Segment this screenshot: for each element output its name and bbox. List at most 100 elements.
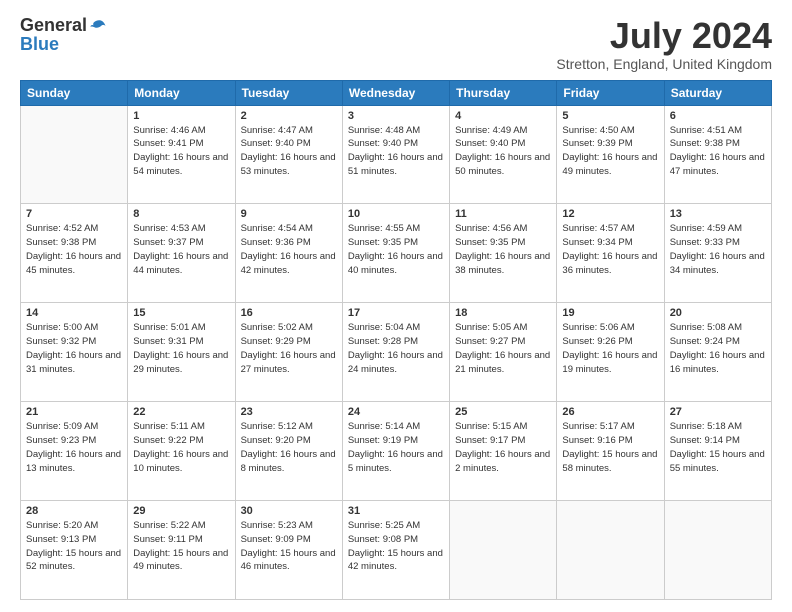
cell-info: Sunrise: 5:04 AMSunset: 9:28 PMDaylight:… — [348, 321, 444, 376]
day-number: 26 — [562, 406, 658, 418]
day-number: 18 — [455, 307, 551, 319]
week-row-2: 7 Sunrise: 4:52 AMSunset: 9:38 PMDaylight… — [21, 204, 772, 303]
cell-info: Sunrise: 4:49 AMSunset: 9:40 PMDaylight:… — [455, 124, 551, 179]
day-number: 21 — [26, 406, 122, 418]
calendar-cell: 18 Sunrise: 5:05 AMSunset: 9:27 PMDayligh… — [450, 303, 557, 402]
weekday-header-row: SundayMondayTuesdayWednesdayThursdayFrid… — [21, 80, 772, 105]
day-number: 25 — [455, 406, 551, 418]
calendar-cell: 2Sunrise: 4:47 AMSunset: 9:40 PMDaylight… — [235, 105, 342, 204]
day-number: 8 — [133, 208, 229, 220]
page: General Blue July 2024 Stretton, England… — [0, 0, 792, 612]
cell-info: Sunrise: 5:12 AMSunset: 9:20 PMDaylight:… — [241, 420, 337, 475]
calendar-cell: 19 Sunrise: 5:06 AMSunset: 9:26 PMDayligh… — [557, 303, 664, 402]
title-block: July 2024 Stretton, England, United King… — [556, 16, 772, 72]
weekday-header-sunday: Sunday — [21, 80, 128, 105]
calendar-cell: 17 Sunrise: 5:04 AMSunset: 9:28 PMDayligh… — [342, 303, 449, 402]
day-number: 20 — [670, 307, 766, 319]
day-number: 4 — [455, 110, 551, 122]
day-number: 3 — [348, 110, 444, 122]
day-number: 13 — [670, 208, 766, 220]
cell-info: Sunrise: 5:20 AMSunset: 9:13 PMDaylight:… — [26, 519, 122, 574]
day-number: 9 — [241, 208, 337, 220]
logo-bird-icon — [89, 17, 107, 35]
week-row-4: 21Sunrise: 5:09 AMSunset: 9:23 PMDayligh… — [21, 402, 772, 501]
calendar-cell: 4 Sunrise: 4:49 AMSunset: 9:40 PMDaylight… — [450, 105, 557, 204]
cell-info: Sunrise: 4:51 AMSunset: 9:38 PMDaylight:… — [670, 124, 766, 179]
calendar-cell: 10 Sunrise: 4:55 AMSunset: 9:35 PMDayligh… — [342, 204, 449, 303]
cell-info: Sunrise: 4:52 AMSunset: 9:38 PMDaylight:… — [26, 222, 122, 277]
calendar-cell: 13 Sunrise: 4:59 AMSunset: 9:33 PMDayligh… — [664, 204, 771, 303]
cell-info: Sunrise: 5:17 AMSunset: 9:16 PMDaylight:… — [562, 420, 658, 475]
day-number: 31 — [348, 505, 444, 517]
cell-info: Sunrise: 4:57 AMSunset: 9:34 PMDaylight:… — [562, 222, 658, 277]
day-number: 5 — [562, 110, 658, 122]
calendar-cell: 15Sunrise: 5:01 AMSunset: 9:31 PMDayligh… — [128, 303, 235, 402]
cell-info: Sunrise: 5:06 AMSunset: 9:26 PMDaylight:… — [562, 321, 658, 376]
cell-info: Sunrise: 5:23 AMSunset: 9:09 PMDaylight:… — [241, 519, 337, 574]
day-number: 27 — [670, 406, 766, 418]
week-row-3: 14Sunrise: 5:00 AMSunset: 9:32 PMDayligh… — [21, 303, 772, 402]
calendar-cell: 31 Sunrise: 5:25 AMSunset: 9:08 PMDayligh… — [342, 501, 449, 600]
calendar-cell: 21Sunrise: 5:09 AMSunset: 9:23 PMDayligh… — [21, 402, 128, 501]
calendar-cell: 30 Sunrise: 5:23 AMSunset: 9:09 PMDayligh… — [235, 501, 342, 600]
cell-info: Sunrise: 5:02 AMSunset: 9:29 PMDaylight:… — [241, 321, 337, 376]
day-number: 2 — [241, 110, 337, 122]
day-number: 28 — [26, 505, 122, 517]
cell-info: Sunrise: 5:25 AMSunset: 9:08 PMDaylight:… — [348, 519, 444, 574]
cell-info: Sunrise: 4:59 AMSunset: 9:33 PMDaylight:… — [670, 222, 766, 277]
weekday-header-saturday: Saturday — [664, 80, 771, 105]
week-row-1: 1 Sunrise: 4:46 AMSunset: 9:41 PMDaylight… — [21, 105, 772, 204]
logo-blue-text: Blue — [20, 34, 59, 55]
day-number: 30 — [241, 505, 337, 517]
day-number: 1 — [133, 110, 229, 122]
calendar-cell — [557, 501, 664, 600]
calendar-cell — [664, 501, 771, 600]
calendar-cell: 26 Sunrise: 5:17 AMSunset: 9:16 PMDayligh… — [557, 402, 664, 501]
calendar-cell: 1 Sunrise: 4:46 AMSunset: 9:41 PMDaylight… — [128, 105, 235, 204]
weekday-header-monday: Monday — [128, 80, 235, 105]
calendar-table: SundayMondayTuesdayWednesdayThursdayFrid… — [20, 80, 772, 600]
header: General Blue July 2024 Stretton, England… — [20, 16, 772, 72]
cell-info: Sunrise: 5:08 AMSunset: 9:24 PMDaylight:… — [670, 321, 766, 376]
cell-info: Sunrise: 4:56 AMSunset: 9:35 PMDaylight:… — [455, 222, 551, 277]
calendar-cell: 16Sunrise: 5:02 AMSunset: 9:29 PMDayligh… — [235, 303, 342, 402]
day-number: 14 — [26, 307, 122, 319]
calendar-cell: 5 Sunrise: 4:50 AMSunset: 9:39 PMDaylight… — [557, 105, 664, 204]
cell-info: Sunrise: 5:14 AMSunset: 9:19 PMDaylight:… — [348, 420, 444, 475]
day-number: 6 — [670, 110, 766, 122]
calendar-cell: 27Sunrise: 5:18 AMSunset: 9:14 PMDayligh… — [664, 402, 771, 501]
day-number: 24 — [348, 406, 444, 418]
calendar-cell: 8 Sunrise: 4:53 AMSunset: 9:37 PMDaylight… — [128, 204, 235, 303]
weekday-header-friday: Friday — [557, 80, 664, 105]
cell-info: Sunrise: 4:53 AMSunset: 9:37 PMDaylight:… — [133, 222, 229, 277]
location-subtitle: Stretton, England, United Kingdom — [556, 56, 772, 72]
day-number: 17 — [348, 307, 444, 319]
calendar-cell: 3 Sunrise: 4:48 AMSunset: 9:40 PMDaylight… — [342, 105, 449, 204]
weekday-header-wednesday: Wednesday — [342, 80, 449, 105]
cell-info: Sunrise: 4:46 AMSunset: 9:41 PMDaylight:… — [133, 124, 229, 179]
day-number: 11 — [455, 208, 551, 220]
day-number: 7 — [26, 208, 122, 220]
calendar-cell: 6 Sunrise: 4:51 AMSunset: 9:38 PMDaylight… — [664, 105, 771, 204]
weekday-header-tuesday: Tuesday — [235, 80, 342, 105]
cell-info: Sunrise: 5:05 AMSunset: 9:27 PMDaylight:… — [455, 321, 551, 376]
calendar-cell — [21, 105, 128, 204]
calendar-cell: 29Sunrise: 5:22 AMSunset: 9:11 PMDayligh… — [128, 501, 235, 600]
calendar-cell: 20 Sunrise: 5:08 AMSunset: 9:24 PMDayligh… — [664, 303, 771, 402]
calendar-cell: 23 Sunrise: 5:12 AMSunset: 9:20 PMDayligh… — [235, 402, 342, 501]
day-number: 15 — [133, 307, 229, 319]
calendar-cell: 28 Sunrise: 5:20 AMSunset: 9:13 PMDayligh… — [21, 501, 128, 600]
day-number: 23 — [241, 406, 337, 418]
cell-info: Sunrise: 4:55 AMSunset: 9:35 PMDaylight:… — [348, 222, 444, 277]
month-title: July 2024 — [556, 16, 772, 56]
calendar-cell: 11 Sunrise: 4:56 AMSunset: 9:35 PMDayligh… — [450, 204, 557, 303]
logo: General Blue — [20, 16, 107, 55]
cell-info: Sunrise: 4:48 AMSunset: 9:40 PMDaylight:… — [348, 124, 444, 179]
calendar-cell: 24 Sunrise: 5:14 AMSunset: 9:19 PMDayligh… — [342, 402, 449, 501]
calendar-cell: 12Sunrise: 4:57 AMSunset: 9:34 PMDayligh… — [557, 204, 664, 303]
cell-info: Sunrise: 4:54 AMSunset: 9:36 PMDaylight:… — [241, 222, 337, 277]
cell-info: Sunrise: 4:50 AMSunset: 9:39 PMDaylight:… — [562, 124, 658, 179]
day-number: 19 — [562, 307, 658, 319]
weekday-header-thursday: Thursday — [450, 80, 557, 105]
day-number: 10 — [348, 208, 444, 220]
